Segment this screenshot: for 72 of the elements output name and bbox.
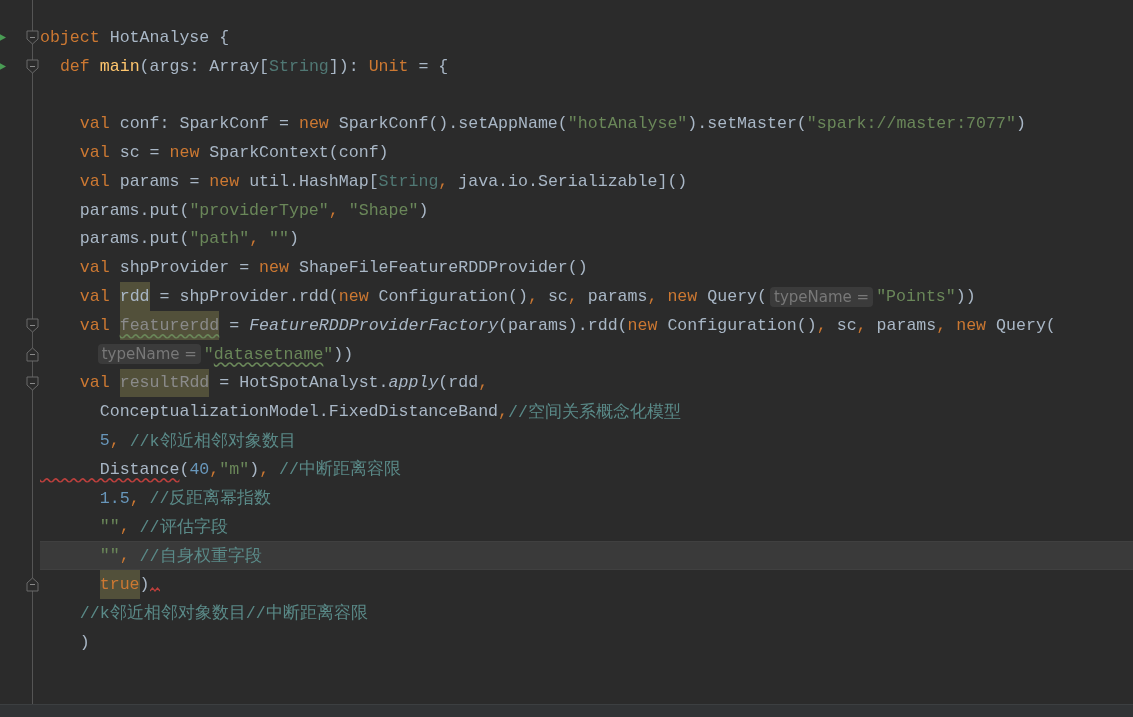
code-line: object HotAnalyse { xyxy=(40,26,231,49)
fold-icon[interactable] xyxy=(26,317,39,333)
code-text: Query( xyxy=(995,315,1056,335)
highlighted-identifier: rdd xyxy=(119,282,150,311)
code-text: (rdd xyxy=(438,373,479,393)
code-line: val conf: SparkConf = new SparkConf().setAppName("hotAnalyse").setMaster("spark://master:7077") xyxy=(78,113,1027,136)
code-text: //中断距离容限 xyxy=(278,458,401,481)
code-text: = HotSpotAnalyst. xyxy=(218,373,389,393)
code-line: val sc = new SparkContext(conf) xyxy=(78,142,390,165)
code-text: "m" xyxy=(219,459,250,479)
code-line: val params = new util.HashMap[String, java.io.Serializable]() xyxy=(78,170,689,193)
code-text: )) xyxy=(333,344,354,364)
code-line: 5, //k邻近相邻对象数目 xyxy=(98,430,297,453)
underlined-code-text: Distance xyxy=(98,459,180,479)
code-line: ) xyxy=(78,631,91,654)
code-line: params.put("path", "") xyxy=(78,228,300,251)
code-text: new xyxy=(338,287,369,307)
highlighted-identifier: resultRdd xyxy=(119,368,210,398)
code-line: //k邻近相邻对象数目//中断距离容限 xyxy=(78,602,369,626)
highlighted-identifier: true xyxy=(99,570,140,599)
code-line: def main(args: Array[String]): Unit = { xyxy=(58,55,450,78)
fold-icon[interactable] xyxy=(26,346,39,362)
code-text: " xyxy=(323,344,334,364)
code-text: params xyxy=(586,287,648,307)
code-text: , xyxy=(567,287,578,307)
code-text: = xyxy=(228,315,241,335)
code-text: new xyxy=(955,315,987,335)
code-text: " xyxy=(203,344,214,364)
code-text: ( xyxy=(179,459,190,479)
underlined-code-text: datasetname xyxy=(213,344,324,364)
code-line: "", //评估字段 xyxy=(98,516,229,539)
code-text: )) xyxy=(955,287,976,307)
fold-icon[interactable] xyxy=(26,30,39,45)
fold-icon[interactable] xyxy=(26,58,39,74)
run-icon[interactable] xyxy=(0,32,6,43)
fold-icon[interactable] xyxy=(26,375,39,391)
code-text: val xyxy=(78,315,111,335)
code-text: , xyxy=(647,287,658,307)
code-line: 1.5, //反距离幂指数 xyxy=(98,487,273,511)
highlighted-identifier: featurerdd xyxy=(119,310,220,340)
code-text: , xyxy=(478,373,489,393)
code-text: apply xyxy=(388,373,439,393)
code-line: ConceptualizationModel.FixedDistanceBand,//空间关系概念化模型 xyxy=(98,401,682,424)
code-text: Configuration() xyxy=(377,287,528,307)
code-text: (params).rdd( xyxy=(498,315,628,335)
fold-icon[interactable] xyxy=(26,577,39,593)
code-text: , xyxy=(856,315,867,335)
code-text: sc xyxy=(546,287,568,307)
code-text: new xyxy=(627,315,658,335)
code-text: "Points" xyxy=(876,287,956,307)
parameter-hint: typeName = xyxy=(770,286,874,307)
parameter-hint: typeName = xyxy=(97,344,201,365)
code-text: = shpProvider.rdd( xyxy=(158,287,339,307)
code-text: , xyxy=(816,315,827,335)
code-text: , xyxy=(259,459,270,479)
code-text: , xyxy=(936,315,947,335)
code-text: Configuration() xyxy=(666,315,817,335)
code-text: 40 xyxy=(189,459,210,479)
code-text: Query( xyxy=(706,287,767,307)
code-text: FeatureRDDProviderFactory xyxy=(249,315,499,335)
code-line: params.put("providerType", "Shape") xyxy=(78,199,430,222)
code-text: params xyxy=(875,315,937,335)
code-text: , xyxy=(209,459,220,479)
code-text: ) xyxy=(249,459,260,479)
code-text: sc xyxy=(835,315,857,335)
code-text: ) xyxy=(139,575,150,595)
code-text: val xyxy=(78,287,111,307)
run-icon[interactable] xyxy=(0,60,6,72)
code-line: val shpProvider = new ShapeFileFeatureRDDProvider() xyxy=(78,257,589,280)
code-text: new xyxy=(666,287,698,307)
code-text: val xyxy=(78,373,111,393)
code-text: , xyxy=(527,287,538,307)
